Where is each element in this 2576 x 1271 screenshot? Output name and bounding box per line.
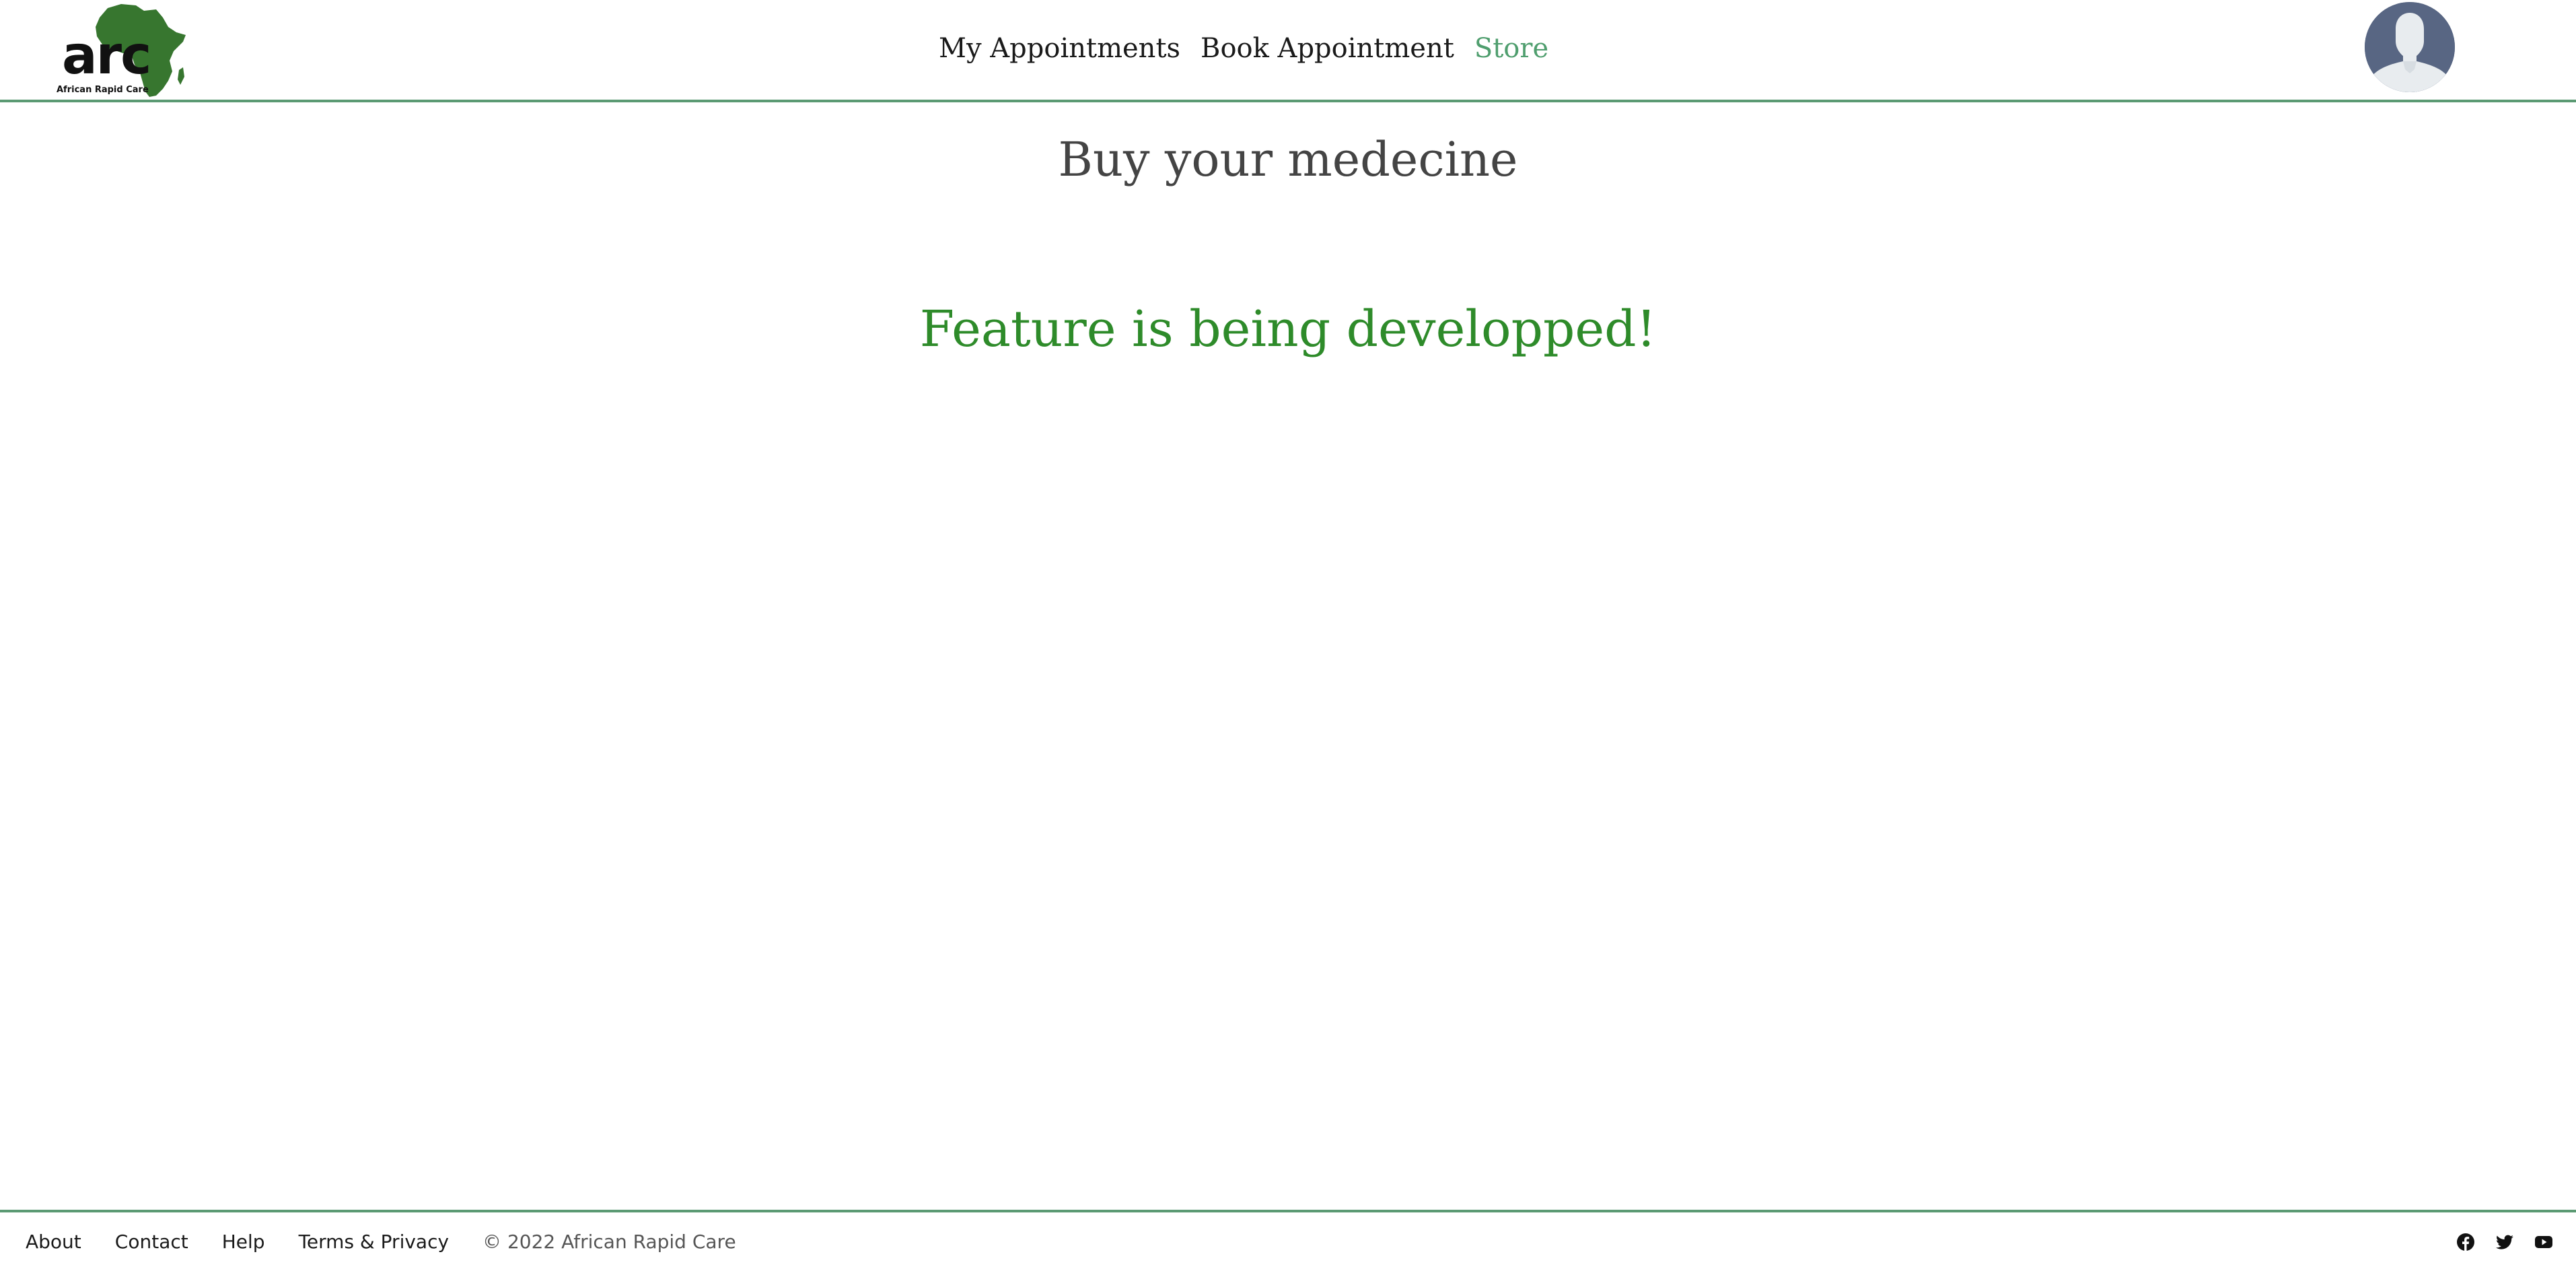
feature-status-message: Feature is being developped! — [919, 300, 1657, 358]
facebook-icon[interactable] — [2456, 1233, 2475, 1251]
copyright-text: © 2022 African Rapid Care — [482, 1230, 736, 1253]
main-content: Buy your medecine Feature is being devel… — [0, 105, 2576, 1209]
logo-subtitle: African Rapid Care — [57, 85, 149, 95]
page: arc African Rapid Care My Appointments B… — [0, 0, 2576, 1271]
brand-logo[interactable]: arc African Rapid Care — [55, 3, 190, 98]
footer-link-help[interactable]: Help — [222, 1231, 265, 1253]
youtube-icon[interactable] — [2534, 1233, 2553, 1251]
user-avatar[interactable] — [2365, 2, 2455, 92]
nav-store[interactable]: Store — [1474, 33, 1548, 64]
footer: About Contact Help Terms & Privacy © 202… — [0, 1210, 2576, 1271]
nav-my-appointments[interactable]: My Appointments — [939, 33, 1180, 64]
footer-link-about[interactable]: About — [26, 1231, 81, 1253]
main-nav: My Appointments Book Appointment Store — [939, 28, 1548, 69]
page-title: Buy your medecine — [1058, 132, 1518, 187]
twitter-icon[interactable] — [2495, 1233, 2514, 1251]
logo-wordmark: arc — [62, 26, 151, 86]
user-avatar-icon — [2365, 2, 2455, 92]
footer-link-contact[interactable]: Contact — [115, 1231, 188, 1253]
social-links — [2456, 1231, 2553, 1253]
footer-link-terms-privacy[interactable]: Terms & Privacy — [299, 1231, 449, 1253]
nav-book-appointment[interactable]: Book Appointment — [1201, 33, 1454, 64]
top-navbar: arc African Rapid Care My Appointments B… — [0, 0, 2576, 102]
footer-links: About Contact Help Terms & Privacy © 202… — [26, 1226, 736, 1257]
